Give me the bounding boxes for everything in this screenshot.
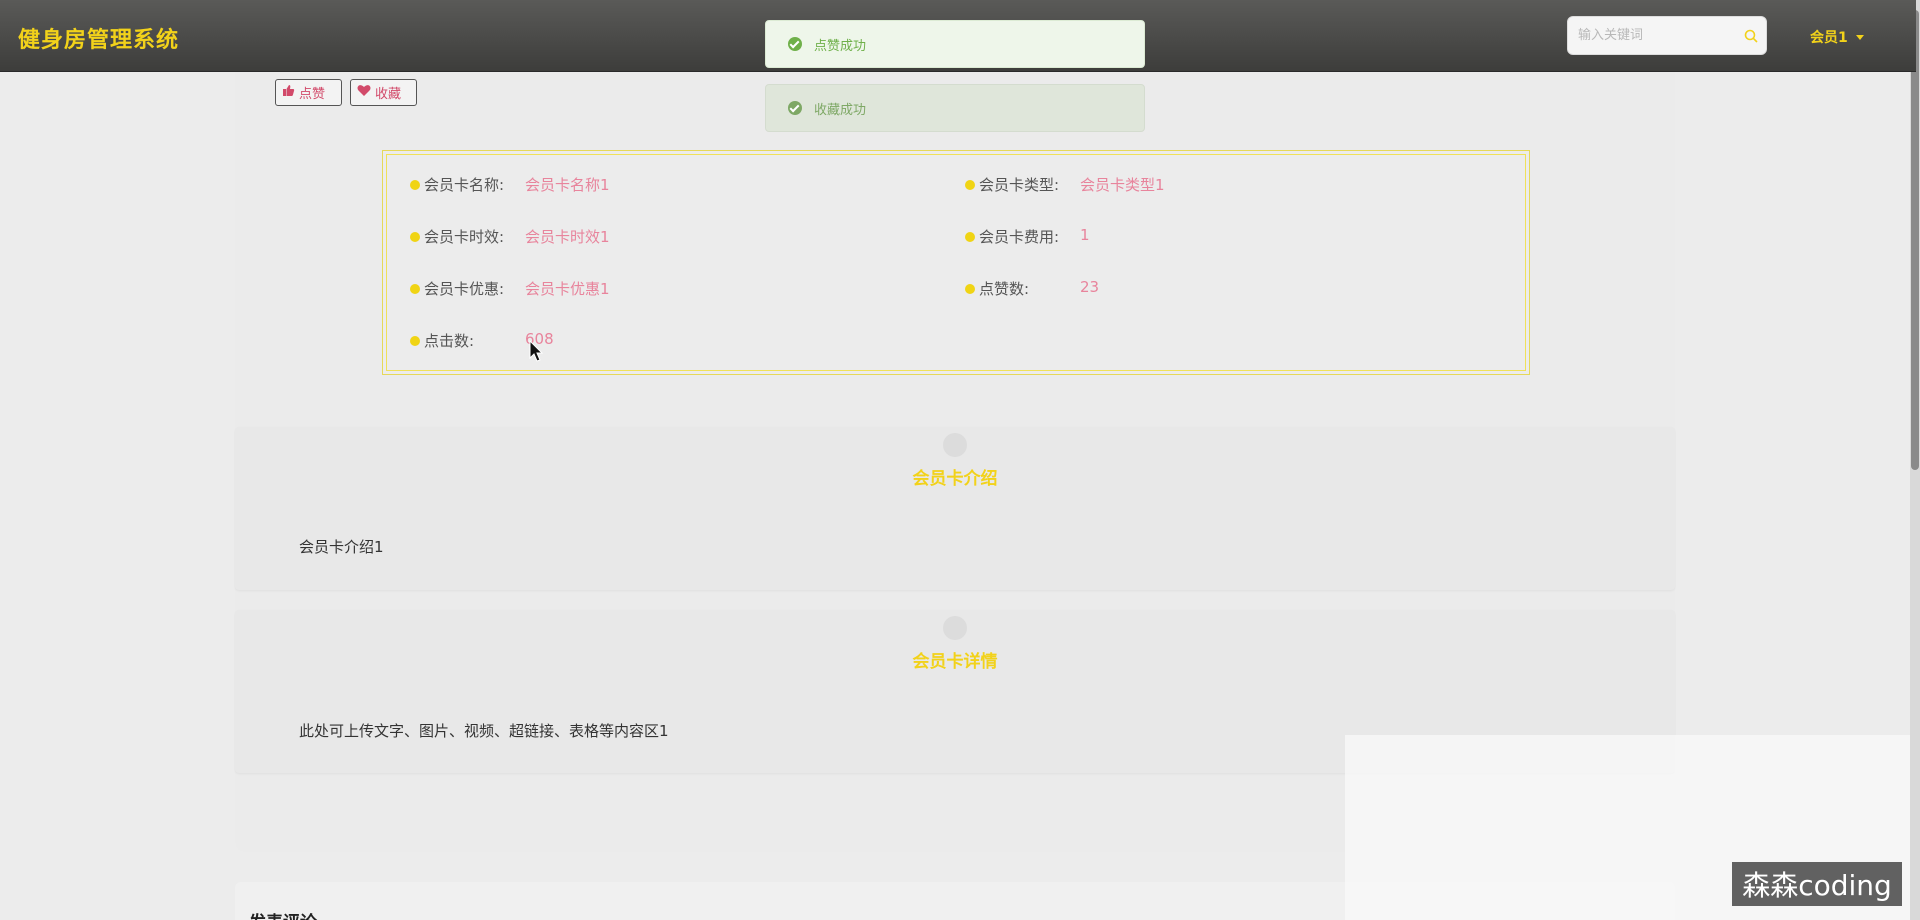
bullet-dot-icon [410,231,420,242]
check-circle-icon [788,37,802,51]
like-button[interactable]: 点赞 [275,79,342,106]
watermark: 森森coding [1732,862,1902,906]
field-label: 会员卡名称: [424,176,505,194]
field-card-discount: 会员卡优惠: [410,278,504,299]
field-label: 会员卡费用: [979,228,1060,246]
toast-favorite-success: 收藏成功 [765,84,1145,132]
field-label: 点赞数: [979,280,1030,298]
section-circle-icon [943,616,967,640]
field-label: 会员卡优惠: [424,280,505,298]
toast-text: 收藏成功 [814,102,867,118]
section-title: 会员卡详情 [912,652,998,672]
search-input[interactable] [1568,17,1738,54]
scrollbar-thumb[interactable] [1911,10,1919,470]
field-value-card-name: 会员卡名称1 [525,176,610,194]
field-label: 会员卡类型: [979,176,1060,194]
field-likes: 点赞数: [965,278,1029,299]
bullet-dot-icon [410,335,420,346]
field-value-card-fee: 1 [1080,226,1090,244]
site-brand[interactable]: 健身房管理系统 [18,22,179,54]
comment-title: 发表评论 [249,908,317,920]
field-value-card-duration: 会员卡时效1 [525,228,610,246]
bullet-dot-icon [965,283,975,294]
field-value-card-type: 会员卡类型1 [1080,176,1165,194]
field-value-card-discount: 会员卡优惠1 [525,280,610,298]
field-value-likes: 23 [1080,278,1100,296]
favorite-button[interactable]: 收藏 [350,79,417,106]
toast-like-success: 点赞成功 [765,20,1145,68]
card-intro-section: 会员卡介绍 会员卡介绍1 [235,427,1675,590]
field-clicks: 点击数: [410,330,474,351]
search-icon[interactable] [1744,29,1758,43]
bullet-dot-icon [410,179,420,190]
bullet-dot-icon [410,283,420,294]
section-text: 此处可上传文字、图片、视频、超链接、表格等内容区1 [299,722,669,740]
check-circle-icon [788,101,802,115]
user-menu[interactable]: 会员1 [1810,27,1864,47]
mouse-cursor-icon [529,340,544,362]
section-text: 会员卡介绍1 [299,538,384,556]
section-circle-icon [943,433,967,457]
field-card-type: 会员卡类型: [965,174,1059,195]
user-name: 会员1 [1810,30,1848,46]
thumbs-up-icon [282,84,295,101]
search-box [1567,16,1767,55]
chevron-down-icon [1855,34,1864,40]
like-label: 点赞 [299,87,326,102]
field-card-duration: 会员卡时效: [410,226,504,247]
field-card-fee: 会员卡费用: [965,226,1059,247]
section-title: 会员卡介绍 [912,469,998,489]
heart-icon [357,84,371,101]
field-card-name: 会员卡名称: [410,174,504,195]
field-label: 会员卡时效: [424,228,505,246]
toast-text: 点赞成功 [814,38,867,54]
bullet-dot-icon [965,231,975,242]
favorite-label: 收藏 [375,87,402,102]
field-label: 点击数: [424,332,475,350]
bullet-dot-icon [965,179,975,190]
